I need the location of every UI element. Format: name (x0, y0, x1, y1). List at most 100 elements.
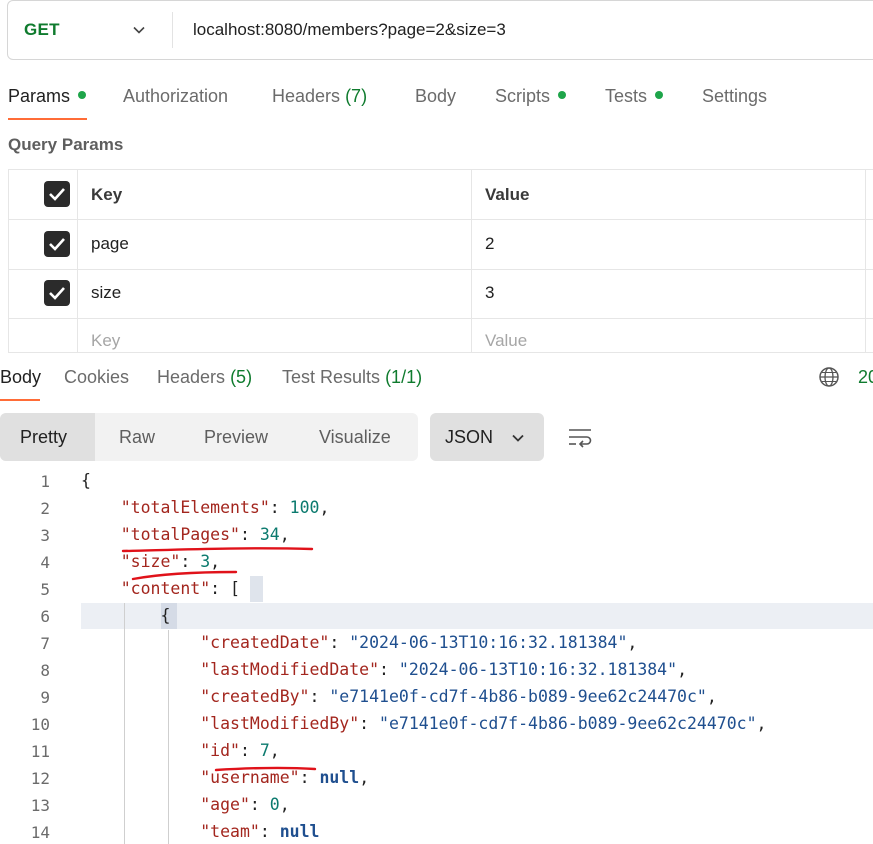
line-number: 3 (40, 526, 50, 545)
param-value-page[interactable]: 2 (485, 234, 494, 254)
line-number: 1 (40, 472, 50, 491)
status-code: 20 (858, 367, 873, 387)
query-params-title: Query Params (8, 135, 124, 154)
wrap-text-icon[interactable] (567, 425, 593, 449)
response-tab-cookies[interactable]: Cookies (64, 367, 129, 388)
line-number: 8 (40, 661, 50, 680)
view-raw[interactable]: Raw (119, 427, 155, 448)
param-checkbox-page[interactable] (44, 231, 70, 257)
tab-label: Params (8, 86, 71, 106)
tab-authorization[interactable]: Authorization (123, 86, 228, 107)
key-column-header: Key (91, 185, 123, 204)
tab-scripts[interactable]: Scripts (495, 86, 567, 107)
annotation-underline (214, 766, 317, 772)
checkbox-checked-icon (49, 188, 65, 201)
line-number: 7 (40, 634, 50, 653)
status-dot (655, 91, 664, 100)
row-divider (9, 269, 873, 270)
json-value: null (279, 822, 320, 841)
code-line: "lastModifiedBy": "e7141e0f-cd7f-4b86-b0… (200, 714, 767, 733)
json-key: "createdBy" (200, 687, 310, 706)
tab-label: Test Results (282, 367, 381, 387)
json-value: "e7141e0f-cd7f-4b86-b089-9ee62c24470c" (379, 714, 757, 733)
json-brace: { (160, 606, 171, 625)
url-input[interactable]: localhost:8080/members?page=2&size=3 (193, 20, 506, 40)
method-select[interactable]: GET (24, 20, 60, 40)
line-number: 11 (30, 742, 50, 761)
line-number: 10 (30, 715, 50, 734)
row-divider (9, 219, 873, 220)
json-value: "e7141e0f-cd7f-4b86-b089-9ee62c24470c" (329, 687, 707, 706)
code-line: "age": 0, (200, 795, 290, 814)
annotation-underline (121, 547, 314, 553)
line-number: 2 (40, 499, 50, 518)
active-line-highlight (81, 603, 873, 629)
line-number: 9 (40, 688, 50, 707)
response-tab-headers[interactable]: Headers (5) (157, 367, 252, 388)
query-params-table: Key Value page 2 size 3 Key Value (8, 169, 873, 353)
code-line: { (81, 471, 91, 490)
line-number: 14 (30, 823, 50, 842)
tab-count: (1/1) (385, 367, 423, 387)
code-line: "createdBy": "e7141e0f-cd7f-4b86-b089-9e… (200, 687, 717, 706)
tab-tests[interactable]: Tests (605, 86, 664, 107)
tab-label: Headers (272, 86, 341, 106)
code-line: "team": null (200, 822, 320, 841)
format-label: JSON (445, 427, 494, 447)
status-dot (558, 91, 567, 100)
tab-headers[interactable]: Headers (7) (272, 86, 367, 107)
json-key: "totalPages" (120, 525, 240, 544)
line-number: 5 (40, 580, 50, 599)
column-divider (471, 170, 472, 352)
json-key: "age" (200, 795, 250, 814)
json-value: "2024-06-13T10:16:32.181384" (398, 660, 678, 679)
value-column-header: Value (485, 185, 530, 204)
annotation-underline (131, 570, 238, 581)
column-divider (77, 170, 78, 352)
json-key: "createdDate" (200, 633, 330, 652)
tab-label: Headers (157, 367, 226, 387)
chevron-down-icon[interactable] (131, 22, 147, 38)
active-tab-indicator (8, 118, 87, 120)
param-key-page[interactable]: page (91, 234, 129, 254)
json-brace: { (81, 471, 91, 490)
select-all-checkbox[interactable] (44, 181, 70, 207)
json-key: "totalElements" (120, 498, 270, 517)
param-checkbox-size[interactable] (44, 280, 70, 306)
json-key: "lastModifiedDate" (200, 660, 380, 679)
tab-body[interactable]: Body (415, 86, 456, 107)
code-line: "totalPages": 34, (120, 525, 290, 544)
chevron-down-icon (512, 434, 524, 442)
code-line: "id": 7, (200, 741, 280, 760)
new-value-input[interactable]: Value (485, 331, 527, 351)
code-line: "createdDate": "2024-06-13T10:16:32.1813… (200, 633, 638, 652)
active-tab-indicator (0, 399, 40, 401)
json-key: "team" (200, 822, 260, 841)
column-divider (865, 170, 866, 352)
new-key-input[interactable]: Key (91, 331, 120, 351)
tab-count: (7) (345, 86, 368, 106)
view-preview[interactable]: Preview (204, 427, 268, 448)
json-value: 0 (269, 795, 280, 814)
tab-count: (5) (230, 367, 253, 387)
code-line: "lastModifiedDate": "2024-06-13T10:16:32… (200, 660, 687, 679)
line-number: 12 (30, 769, 50, 788)
globe-icon[interactable] (818, 366, 840, 388)
row-divider (9, 318, 873, 319)
line-number: 6 (40, 607, 50, 626)
json-key: "id" (200, 741, 240, 760)
tab-params[interactable]: Params (8, 86, 87, 107)
response-tab-body[interactable]: Body (0, 367, 41, 388)
param-key-size[interactable]: size (91, 283, 121, 303)
code-line: { (81, 606, 170, 625)
param-value-size[interactable]: 3 (485, 283, 494, 303)
tab-settings[interactable]: Settings (702, 86, 767, 107)
code-line: "totalElements": 100, (120, 498, 330, 517)
json-value: "2024-06-13T10:16:32.181384" (349, 633, 628, 652)
json-value: 7 (259, 741, 270, 760)
tab-label: Scripts (495, 86, 551, 106)
line-number: 4 (40, 553, 50, 572)
view-visualize[interactable]: Visualize (319, 427, 391, 448)
response-tab-test-results[interactable]: Test Results (1/1) (282, 367, 422, 388)
view-pretty[interactable]: Pretty (20, 427, 67, 448)
